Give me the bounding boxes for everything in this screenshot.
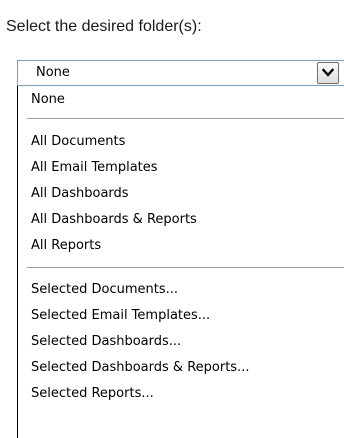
option-all-documents[interactable]: All Documents xyxy=(31,134,125,150)
dropdown-toggle-button[interactable] xyxy=(317,62,339,84)
option-all-email-templates[interactable]: All Email Templates xyxy=(31,160,158,176)
option-selected-dashboards[interactable]: Selected Dashboards... xyxy=(31,334,181,350)
folder-selector-panel: Select the desired folder(s): None None … xyxy=(0,0,344,438)
options-separator xyxy=(27,118,344,119)
option-selected-email-templates[interactable]: Selected Email Templates... xyxy=(31,308,210,324)
option-all-dashboards[interactable]: All Dashboards xyxy=(31,186,129,202)
folder-prompt-label: Select the desired folder(s): xyxy=(6,18,202,35)
option-selected-documents[interactable]: Selected Documents... xyxy=(31,282,178,298)
folder-select[interactable]: None xyxy=(17,60,344,86)
folder-options-list: None All Documents All Email Templates A… xyxy=(17,86,344,438)
option-selected-reports[interactable]: Selected Reports... xyxy=(31,386,154,402)
chevron-down-icon xyxy=(322,68,334,77)
option-selected-dashboards-reports[interactable]: Selected Dashboards & Reports... xyxy=(31,360,249,376)
option-all-dashboards-reports[interactable]: All Dashboards & Reports xyxy=(31,212,197,228)
option-all-reports[interactable]: All Reports xyxy=(31,238,101,254)
options-separator xyxy=(27,267,344,268)
option-none[interactable]: None xyxy=(31,92,65,108)
folder-select-value: None xyxy=(36,65,70,80)
